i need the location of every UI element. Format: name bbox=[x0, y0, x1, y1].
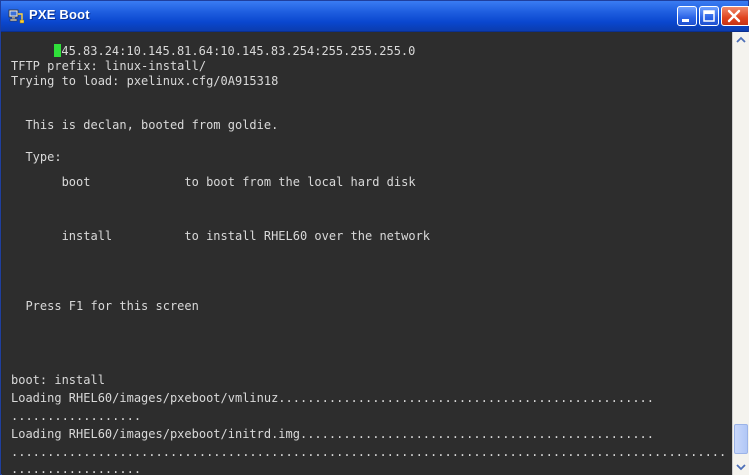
loading-initrd-line: Loading RHEL60/images/pxeboot/initrd.img… bbox=[11, 427, 654, 441]
trying-to-load-line: Trying to load: pxelinux.cfg/0A915318 bbox=[11, 74, 279, 88]
window-title: PXE Boot bbox=[29, 7, 90, 22]
loading-vmlinuz-line: Loading RHEL60/images/pxeboot/vmlinuz...… bbox=[11, 391, 654, 405]
close-button[interactable] bbox=[721, 6, 749, 26]
vertical-scrollbar[interactable] bbox=[732, 32, 749, 475]
scroll-up-arrow-icon[interactable] bbox=[735, 34, 747, 46]
title-bar[interactable]: PXE Boot bbox=[1, 1, 749, 32]
type-heading-line: Type: bbox=[11, 150, 62, 164]
scroll-down-arrow-icon[interactable] bbox=[735, 461, 747, 473]
press-f1-line: Press F1 for this screen bbox=[11, 299, 199, 313]
ip-config-line: 45.83.24:10.145.81.64:10.145.83.254:255.… bbox=[11, 44, 415, 58]
minimize-button[interactable] bbox=[677, 6, 697, 26]
install-option-line: install to install RHEL60 over the netwo… bbox=[11, 229, 431, 243]
close-icon bbox=[727, 9, 741, 23]
booted-from-line: This is declan, booted from goldie. bbox=[11, 118, 279, 132]
progress-dots-line: .................. bbox=[11, 462, 142, 475]
minimize-icon bbox=[682, 19, 689, 22]
ip-config-text: 45.83.24:10.145.81.64:10.145.83.254:255.… bbox=[61, 44, 416, 58]
terminal-output[interactable]: 45.83.24:10.145.81.64:10.145.83.254:255.… bbox=[2, 32, 732, 475]
maximize-button[interactable] bbox=[699, 6, 719, 26]
progress-dots-line: .................. bbox=[11, 409, 142, 423]
maximize-icon bbox=[703, 10, 715, 22]
pxe-boot-window: PXE Boot 45.83.24:10.145.81.64:10.145.83… bbox=[0, 0, 749, 475]
boot-prompt-line: boot: install bbox=[11, 373, 105, 387]
tftp-prefix-line: TFTP prefix: linux-install/ bbox=[11, 59, 207, 73]
scroll-thumb[interactable] bbox=[734, 424, 748, 454]
boot-option-line: boot to boot from the local hard disk bbox=[11, 175, 416, 189]
network-computer-icon bbox=[8, 9, 24, 24]
progress-dots-line: ........................................… bbox=[11, 445, 727, 459]
